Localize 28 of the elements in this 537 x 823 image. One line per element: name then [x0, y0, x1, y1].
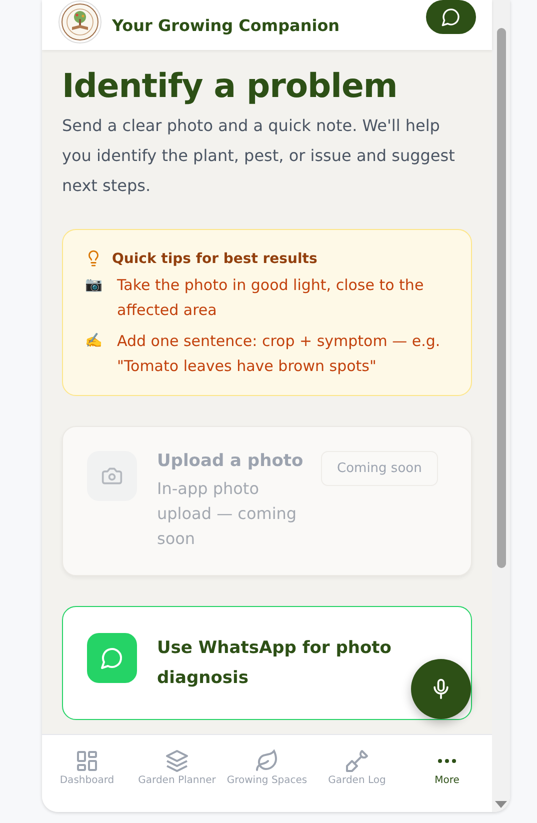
grid-icon [75, 749, 99, 773]
chat-button[interactable] [426, 0, 476, 34]
coming-soon-badge: Coming soon [321, 451, 438, 486]
nav-tab[interactable]: Garden Log [312, 749, 402, 786]
more-dots-icon [438, 759, 456, 763]
upload-title: Upload a photo [157, 450, 304, 473]
shovel-icon [345, 749, 369, 773]
camera-icon [87, 451, 137, 501]
layers-icon [165, 749, 189, 773]
app-title: Your Growing Companion [112, 16, 341, 34]
tips-title: Quick tips for best results [112, 250, 318, 266]
nav-tab[interactable]: Garden Planner [132, 749, 222, 786]
chat-bubble-icon [441, 7, 461, 27]
chat-bubble-icon [87, 633, 137, 683]
intro-text: Send a clear photo and a quick note. We'll help you identify the plant, pest, or issue and suggest next steps. [62, 115, 456, 197]
upload-description: In-app photo upload — coming soon [157, 478, 298, 550]
tip-text: Add one sentence: crop + symptom — e.g. "Tomato leaves have brown spots" [117, 331, 442, 377]
tip-emoji: ✍ [85, 332, 103, 351]
nav-tab[interactable]: More [402, 749, 492, 786]
page-title: Identify a problem [62, 66, 398, 105]
nav-tab[interactable]: Dashboard [42, 749, 132, 786]
whatsapp-title: Use WhatsApp for photo diagnosis [157, 637, 392, 690]
nav-tab[interactable]: Growing Spaces [222, 749, 312, 786]
tip-text: Take the photo in good light, close to the affected area [117, 275, 425, 321]
scrollbar[interactable] [492, 0, 510, 812]
whatsapp-card[interactable]: Use WhatsApp for photo diagnosis [62, 606, 472, 720]
tip-emoji: 📷 [85, 276, 103, 295]
leaf-icon [255, 749, 279, 773]
